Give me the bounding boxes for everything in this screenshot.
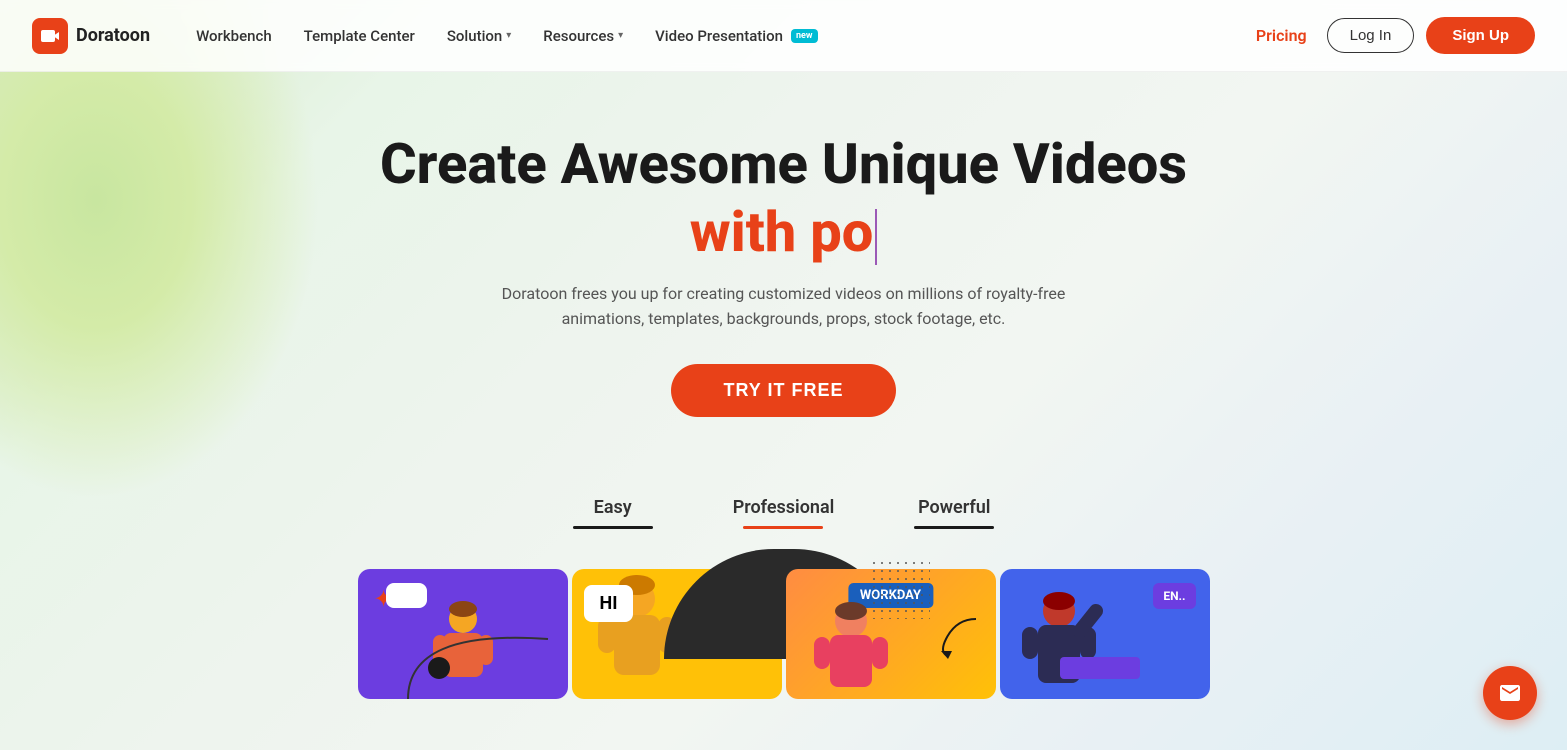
- nav-links: Workbench Template Center Solution ▾ Res…: [182, 19, 1248, 53]
- arrow-icon: [926, 609, 986, 659]
- tab-professional[interactable]: Professional: [733, 497, 835, 529]
- text-cursor: [875, 209, 877, 265]
- chat-icon: [1498, 681, 1522, 705]
- tab-powerful-underline: [914, 526, 994, 529]
- hero-description: Doratoon frees you up for creating custo…: [474, 281, 1094, 332]
- tab-powerful-label: Powerful: [918, 497, 990, 518]
- signup-button[interactable]: Sign Up: [1426, 17, 1535, 54]
- decorative-dot: [428, 657, 450, 679]
- preview-section: ✦: [0, 549, 1567, 699]
- login-button[interactable]: Log In: [1327, 18, 1415, 53]
- nav-pricing[interactable]: Pricing: [1248, 18, 1315, 53]
- solution-chevron-icon: ▾: [506, 30, 511, 41]
- nav-right: Pricing Log In Sign Up: [1248, 17, 1535, 54]
- tab-easy-label: Easy: [594, 497, 632, 518]
- logo[interactable]: Doratoon: [32, 18, 150, 54]
- new-badge: new: [791, 29, 818, 43]
- nav-workbench[interactable]: Workbench: [182, 19, 286, 53]
- tab-professional-underline: [743, 526, 823, 529]
- logo-text: Doratoon: [76, 25, 150, 46]
- hi-bubble: HI: [584, 585, 634, 622]
- nav-solution[interactable]: Solution ▾: [433, 19, 525, 53]
- resources-chevron-icon: ▾: [618, 30, 623, 41]
- nav-video-presentation[interactable]: Video Presentation new: [641, 19, 831, 53]
- tabs-section: Easy Professional Powerful: [0, 497, 1567, 529]
- speech-bubble-1: [386, 583, 428, 608]
- dot-pattern: [870, 559, 930, 619]
- hero-subtitle: with po: [20, 200, 1547, 264]
- purple-decorative-rect: [1060, 657, 1140, 679]
- nav-template-center[interactable]: Template Center: [290, 19, 429, 53]
- hero-section: Create Awesome Unique Videos with po Dor…: [0, 72, 1567, 457]
- tab-easy[interactable]: Easy: [573, 497, 653, 529]
- person-4-icon: [1014, 589, 1104, 699]
- try-it-free-button[interactable]: TRY IT FREE: [671, 364, 895, 417]
- logo-icon: [32, 18, 68, 54]
- hero-title: Create Awesome Unique Videos: [20, 132, 1547, 196]
- tab-powerful[interactable]: Powerful: [914, 497, 994, 529]
- navbar: Doratoon Workbench Template Center Solut…: [0, 0, 1567, 72]
- tab-easy-underline: [573, 526, 653, 529]
- card-purple: ✦: [358, 569, 568, 699]
- card-blue: EN..: [1000, 569, 1210, 699]
- chat-button[interactable]: [1483, 666, 1537, 720]
- en-badge: EN..: [1153, 583, 1195, 609]
- tab-professional-label: Professional: [733, 497, 835, 518]
- nav-resources[interactable]: Resources ▾: [529, 19, 637, 53]
